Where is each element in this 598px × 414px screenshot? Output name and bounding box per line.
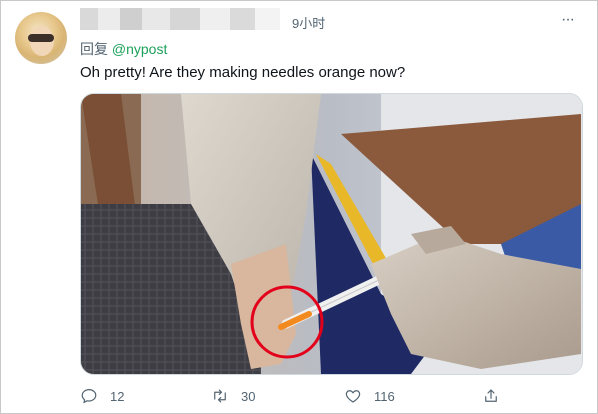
like-count: 116 bbox=[374, 388, 395, 404]
more-icon[interactable]: ··· bbox=[561, 11, 575, 29]
reply-context: 回复 @nypost bbox=[80, 39, 167, 59]
share-button[interactable] bbox=[482, 387, 500, 405]
avatar-sunglasses bbox=[28, 34, 54, 42]
avatar[interactable] bbox=[15, 12, 67, 64]
tweet-time[interactable]: 9小时 bbox=[292, 13, 325, 32]
tweet-text: Oh pretty! Are they making needles orang… bbox=[80, 64, 406, 81]
reply-handle-link[interactable]: @nypost bbox=[112, 41, 167, 57]
tweet-photo[interactable] bbox=[80, 93, 583, 375]
reply-count: 12 bbox=[110, 388, 125, 404]
retweet-button[interactable]: 30 bbox=[211, 387, 255, 405]
vaccination-photo bbox=[81, 94, 582, 374]
tweet-card: 9小时 ··· 回复 @nypost Oh pretty! Are they m… bbox=[0, 0, 598, 414]
reply-button[interactable]: 12 bbox=[80, 387, 124, 405]
blurred-username[interactable] bbox=[80, 8, 280, 30]
retweet-count: 30 bbox=[241, 388, 256, 404]
retweet-icon bbox=[214, 389, 226, 403]
share-icon bbox=[485, 389, 497, 402]
like-icon bbox=[345, 390, 361, 403]
action-bar: 12 30 116 bbox=[80, 387, 581, 409]
reply-prefix: 回复 bbox=[80, 41, 108, 57]
reply-icon bbox=[81, 389, 97, 404]
like-button[interactable]: 116 bbox=[344, 387, 395, 405]
